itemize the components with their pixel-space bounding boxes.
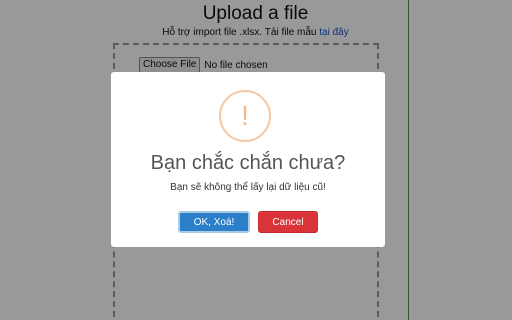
confirm-delete-button[interactable]: OK, Xoá! xyxy=(178,211,250,233)
confirm-dialog: ! Bạn chắc chắn chưa? Bạn sẽ không thể l… xyxy=(111,72,385,247)
exclamation-icon: ! xyxy=(219,90,271,142)
screen: Upload a file Hỗ trợ import file .xlsx. … xyxy=(0,0,512,320)
dialog-message: Bạn sẽ không thể lấy lại dữ liệu cũ! xyxy=(170,182,326,193)
dialog-title: Bạn chắc chắn chưa? xyxy=(150,152,346,174)
exclamation-glyph: ! xyxy=(241,100,249,131)
cancel-button[interactable]: Cancel xyxy=(258,211,318,233)
dialog-actions: OK, Xoá! Cancel xyxy=(111,211,385,233)
